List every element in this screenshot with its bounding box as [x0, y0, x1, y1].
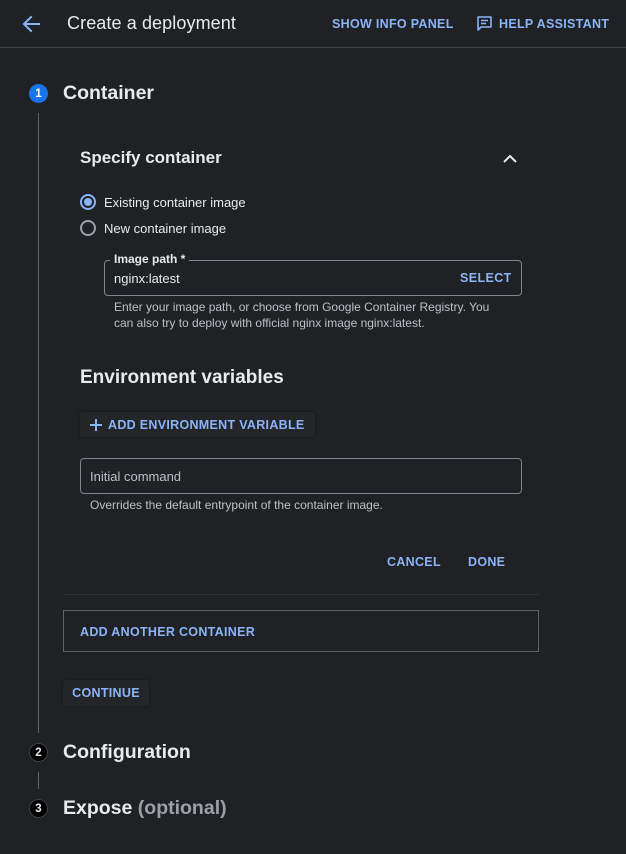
image-path-value[interactable]: nginx:latest [114, 271, 180, 286]
step-3-title[interactable]: Expose (optional) [63, 797, 227, 820]
radio-label: New container image [104, 220, 227, 236]
plus-icon [90, 418, 102, 431]
done-button[interactable]: DONE [468, 555, 505, 569]
step-1-number: 1 [29, 84, 48, 103]
add-environment-variable-button[interactable]: ADD ENVIRONMENT VARIABLE [80, 412, 315, 437]
continue-label: CONTINUE [72, 686, 140, 700]
feedback-chat-icon [477, 16, 492, 31]
continue-button[interactable]: CONTINUE [63, 680, 149, 706]
step-3-label: Expose [63, 797, 133, 819]
radio-label: Existing container image [104, 194, 246, 210]
stepper-line [38, 113, 39, 733]
radio-existing-image[interactable]: Existing container image [80, 194, 246, 210]
help-assistant-button[interactable]: HELP ASSISTANT [476, 15, 609, 32]
add-another-container-label[interactable]: ADD ANOTHER CONTAINER [80, 625, 255, 639]
cancel-button[interactable]: CANCEL [387, 555, 441, 569]
image-path-label: Image path * [110, 252, 190, 266]
radio-new-image[interactable]: New container image [80, 220, 226, 236]
step-1-title[interactable]: Container [63, 82, 154, 105]
specify-container-panel [63, 120, 539, 595]
back-arrow-icon[interactable] [18, 12, 44, 36]
radio-button-unchecked[interactable] [80, 220, 96, 236]
help-assistant-label: HELP ASSISTANT [499, 16, 610, 31]
chevron-up-icon[interactable] [500, 149, 520, 169]
step-2-title[interactable]: Configuration [63, 741, 191, 764]
page-title: Create a deployment [67, 13, 236, 33]
stepper-line [38, 772, 39, 789]
radio-button-checked[interactable] [80, 194, 96, 210]
show-info-panel-button[interactable]: SHOW INFO PANEL [332, 17, 454, 31]
select-image-button[interactable]: SELECT [460, 271, 512, 285]
initial-command-input[interactable] [90, 469, 500, 484]
step-3-number: 3 [29, 799, 48, 818]
step-2-number: 2 [29, 743, 48, 762]
initial-command-hint: Overrides the default entrypoint of the … [90, 498, 383, 512]
optional-label: (optional) [137, 797, 227, 819]
add-env-label: ADD ENVIRONMENT VARIABLE [108, 417, 305, 432]
env-variables-title: Environment variables [80, 367, 284, 388]
image-path-hint: Enter your image path, or choose from Go… [114, 300, 490, 330]
panel-title: Specify container [80, 148, 222, 167]
